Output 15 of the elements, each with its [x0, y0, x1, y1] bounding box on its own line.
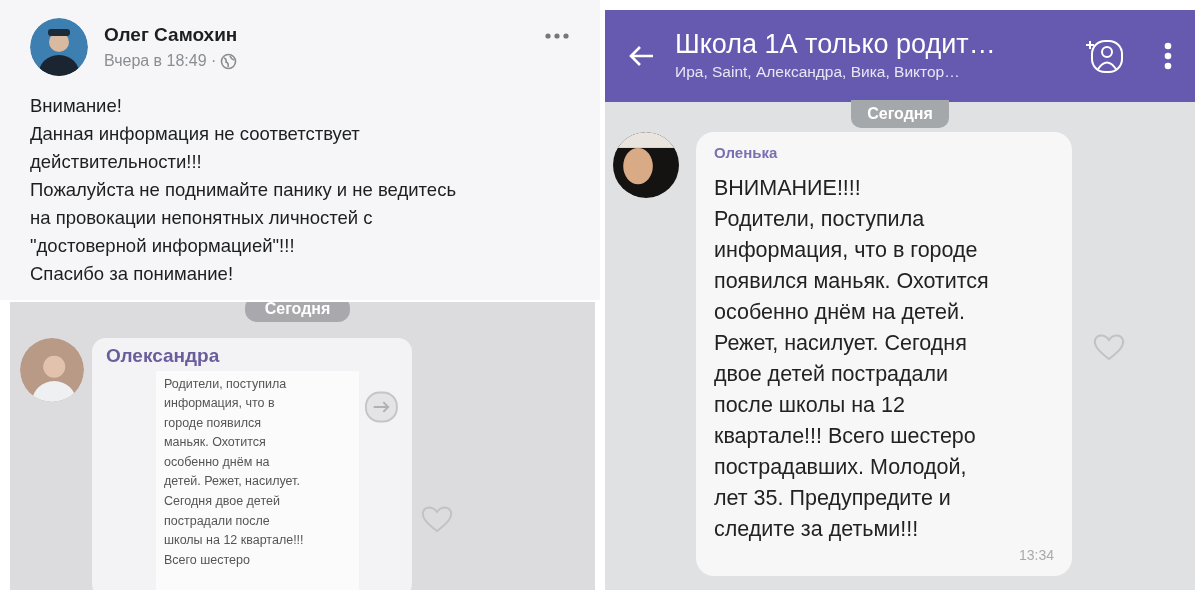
more-icon[interactable]	[544, 32, 570, 40]
date-label: Сегодня	[851, 100, 949, 128]
post-text: Внимание! Данная информация не соответствует действительности!!! Пожалуйста не поднимайте панику и не ведитесь на провокации непонятных личностей с "достоверной информацией"!!! Спасибо за понимание!	[30, 94, 458, 286]
globe-icon	[220, 52, 238, 70]
date-label: Сегодня	[244, 302, 351, 322]
message-text: ВНИМАНИЕ!!!! Родители, поступила информация, что в городе появился маньяк. Охотится особенно днём на детей. Режет, насилует. Сегодня двое детей пострадали после школы на 12 квартале!!! Всего шестеро пострадавших. Молодой, лет 35. Предупредите и следите за детьми!!!	[714, 174, 990, 543]
chat-title: Школа 1А только родит…	[675, 28, 997, 61]
message-time: 13:34	[1018, 545, 1054, 565]
sender-name: Оленька	[714, 143, 779, 163]
menu-icon[interactable]	[1163, 41, 1173, 71]
back-icon[interactable]	[627, 44, 655, 68]
message-text: Родители, поступила информация, что в городе появился маньяк. Охотится особенно днём на детей. Режет, насилует. Сегодня двое детей пострадали после школы на 12 квартале!!! Всего шестеро	[156, 370, 360, 590]
sender-name: Олександра	[106, 344, 221, 368]
chat-members: Ира, Saint, Александра, Вика, Виктор…	[675, 62, 961, 83]
author-name[interactable]: Олег Самохин	[104, 20, 528, 50]
